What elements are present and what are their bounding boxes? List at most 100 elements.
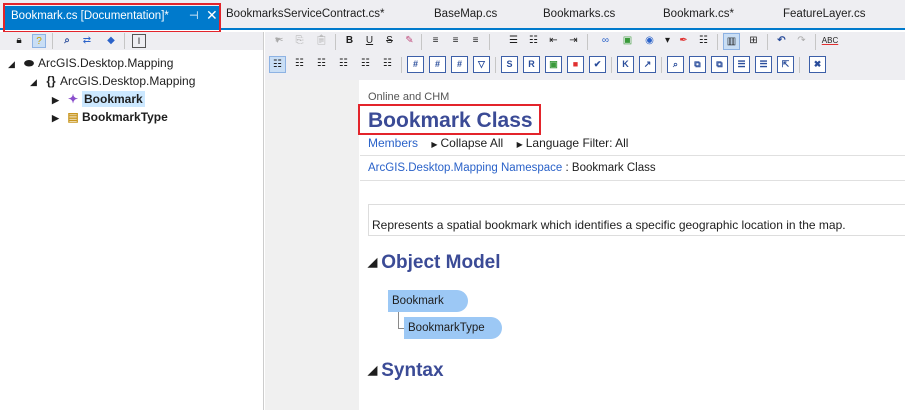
tree-item-bookmark[interactable]: ▶ ✦ Bookmark — [52, 90, 145, 108]
text-icon[interactable]: I — [132, 34, 146, 48]
bullet-list-icon[interactable]: ☰ — [505, 33, 522, 50]
separator — [52, 33, 53, 49]
filter-icon[interactable]: ▽ — [473, 56, 490, 73]
help-icon[interactable]: ? — [32, 34, 46, 48]
section-syntax[interactable]: ◢ Syntax — [368, 360, 444, 382]
paste-icon[interactable]: 📋︎ — [313, 33, 330, 50]
view-icon[interactable]: ▥ — [723, 33, 740, 50]
collapse-all-link[interactable]: Collapse All — [441, 136, 504, 150]
page-icon[interactable]: ☷ — [379, 56, 396, 73]
table-icon[interactable]: ⊞ — [745, 33, 762, 50]
node-label: Bookmark — [392, 295, 444, 307]
expand-icon[interactable]: ▶ — [52, 109, 64, 127]
search-icon[interactable]: ⌕ — [60, 34, 74, 48]
tab-label: BookmarksServiceContract.cs* — [226, 8, 385, 20]
align-right-icon[interactable]: ≡ — [467, 33, 484, 50]
keyword-icon[interactable]: K — [617, 56, 634, 73]
code-icon[interactable]: ▣ — [545, 56, 562, 73]
page-icon[interactable]: ☷ — [269, 56, 286, 73]
outdent-icon[interactable]: ⇤ — [545, 33, 562, 50]
namespace-link[interactable]: ArcGIS.Desktop.Mapping Namespace — [368, 162, 562, 174]
tab-bookmarks[interactable]: Bookmarks.cs — [543, 8, 615, 26]
collapse-icon[interactable]: ◢ — [30, 73, 42, 91]
arrow-icon[interactable]: ↗ — [639, 56, 656, 73]
check-icon[interactable]: ✔ — [589, 56, 606, 73]
separator — [717, 34, 718, 50]
indent-icon[interactable]: ⇥ — [565, 33, 582, 50]
separator — [124, 33, 125, 49]
page-icon[interactable]: ☷ — [313, 56, 330, 73]
copy-token-icon[interactable]: ⧉ — [711, 56, 728, 73]
copy-token-icon[interactable]: ⧉ — [689, 56, 706, 73]
sync-icon[interactable]: ⇄ — [80, 34, 94, 48]
members-link[interactable]: Members — [368, 136, 418, 150]
bookmark-icon[interactable]: ◉ — [641, 33, 658, 50]
page-icon[interactable]: ☷ — [291, 56, 308, 73]
object-model-node-bookmarktype[interactable]: BookmarkType — [404, 317, 502, 339]
expand-icon: ▶ — [431, 140, 438, 149]
spellcheck-icon[interactable]: ABC — [819, 33, 841, 50]
eraser-icon[interactable]: ✎ — [401, 33, 418, 50]
align-left-icon[interactable]: ≡ — [427, 33, 444, 50]
separator — [401, 57, 402, 73]
diamond-icon[interactable]: ◆ — [104, 34, 118, 48]
see-icon[interactable]: S — [501, 56, 518, 73]
link-icon[interactable]: ∞ — [597, 33, 614, 50]
copy-icon[interactable]: ⎘ — [291, 33, 308, 50]
connector-line — [398, 312, 399, 329]
tree-item-namespace[interactable]: ◢ {} ArcGIS.Desktop.Mapping — [30, 72, 195, 90]
expand-icon[interactable]: ▶ — [52, 91, 64, 109]
divider — [360, 180, 905, 181]
collapse-icon[interactable]: ◢ — [8, 55, 20, 73]
list-token-icon[interactable]: ☰ — [755, 56, 772, 73]
list-token-icon[interactable]: ☰ — [733, 56, 750, 73]
separator — [799, 57, 800, 73]
separator — [815, 34, 816, 50]
highlight-icon[interactable]: ✒ — [675, 33, 692, 50]
align-center-icon[interactable]: ≡ — [447, 33, 464, 50]
editor-toolbars: ▾ ✂ ⎘ 📋︎ B U S ✎ ≡ ≡ ≡ ☰ ☷ ⇤ ⇥ ∞ ▣ ◉ ▾ ✒… — [265, 32, 905, 80]
token-icon[interactable]: # — [429, 56, 446, 73]
spellcheck-block-icon[interactable]: ☷ — [695, 33, 712, 50]
alert-icon[interactable]: ■ — [567, 56, 584, 73]
section-object-model[interactable]: ◢ Object Model — [368, 252, 501, 274]
tab-featurelayer[interactable]: FeatureLayer.cs — [783, 8, 865, 26]
cut-icon[interactable]: ✂ — [271, 33, 288, 50]
token-icon[interactable]: # — [451, 56, 468, 73]
divider — [360, 155, 905, 156]
editor-gutter — [265, 80, 359, 410]
image-icon[interactable]: ▣ — [619, 33, 636, 50]
breadcrumb-suffix: : Bookmark Class — [562, 162, 656, 174]
collapse-icon[interactable]: ◢ — [368, 255, 377, 269]
tree-item-label: BookmarkType — [82, 110, 168, 124]
underline-icon[interactable]: U — [361, 33, 378, 50]
bold-icon[interactable]: B — [341, 33, 358, 50]
search-token-icon[interactable]: ⌕ — [667, 56, 684, 73]
tree-item-root[interactable]: ◢ ⬬ ArcGIS.Desktop.Mapping — [8, 54, 173, 72]
collapse-icon[interactable]: ◢ — [368, 363, 377, 377]
undo-icon[interactable]: ↶ — [773, 33, 790, 50]
lock-icon[interactable]: 🔒︎ — [12, 34, 26, 48]
tab-bookmarksservicecontract[interactable]: BookmarksServiceContract.cs* — [226, 8, 385, 26]
redo-icon[interactable]: ↷ — [793, 33, 810, 50]
tab-basemap[interactable]: BaseMap.cs — [434, 8, 497, 26]
dropdown-icon[interactable]: ▾ — [659, 33, 676, 50]
tree-item-bookmarktype[interactable]: ▶ ▤ BookmarkType — [52, 108, 168, 126]
strikethrough-icon[interactable]: S — [381, 33, 398, 50]
token-icon[interactable]: # — [407, 56, 424, 73]
tree-toolbar: 🔒︎ ? ⌕ ⇄ ◆ I — [0, 32, 263, 50]
remove-icon[interactable]: ✖ — [809, 56, 826, 73]
export-icon[interactable]: ⇱ — [777, 56, 794, 73]
page-icon[interactable]: ☷ — [357, 56, 374, 73]
tab-bookmark-cs[interactable]: Bookmark.cs* — [663, 8, 734, 26]
assembly-icon: ⬬ — [23, 56, 35, 70]
object-model-node-bookmark[interactable]: Bookmark — [388, 290, 468, 312]
separator — [767, 34, 768, 50]
page-icon[interactable]: ☷ — [335, 56, 352, 73]
language-filter[interactable]: Language Filter: All — [526, 136, 629, 150]
separator — [611, 57, 612, 73]
numbered-list-icon[interactable]: ☷ — [525, 33, 542, 50]
ref-icon[interactable]: R — [523, 56, 540, 73]
node-label: BookmarkType — [408, 322, 485, 334]
doc-nav-links: Members ▶ Collapse All ▶ Language Filter: … — [368, 136, 628, 150]
